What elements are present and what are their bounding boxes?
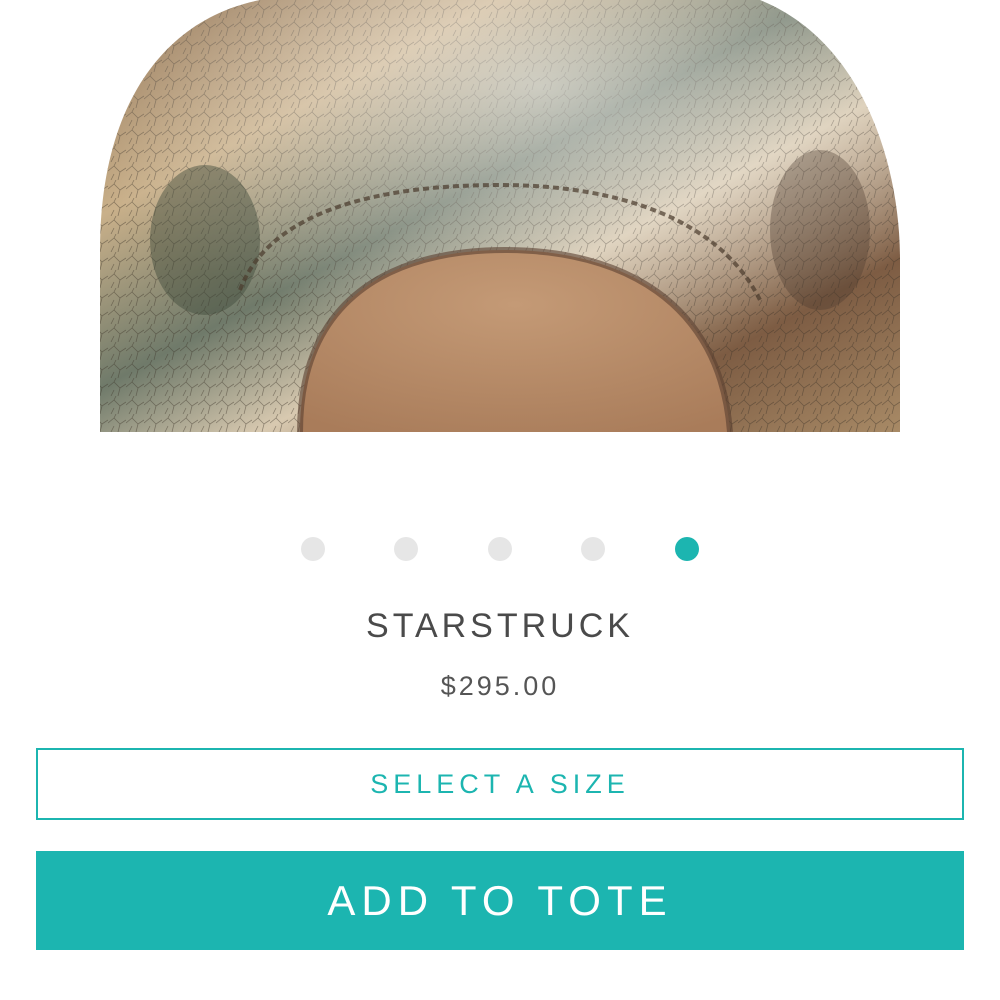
carousel-dot-4[interactable] <box>581 537 605 561</box>
product-image[interactable] <box>0 0 1000 432</box>
select-size-button[interactable]: SELECT A SIZE <box>36 748 964 820</box>
carousel-dot-2[interactable] <box>394 537 418 561</box>
carousel-dot-5-active[interactable] <box>675 537 699 561</box>
carousel-dot-3[interactable] <box>488 537 512 561</box>
product-name: STARSTRUCK <box>366 607 634 645</box>
add-to-tote-button[interactable]: ADD TO TOTE <box>36 851 964 950</box>
shoe-photo <box>100 0 900 432</box>
carousel-dot-1[interactable] <box>301 537 325 561</box>
product-price: $295.00 <box>440 671 560 701</box>
product-detail-page: STARSTRUCK $295.00 SELECT A SIZE ADD TO … <box>0 0 1000 1000</box>
carousel-dots <box>0 537 1000 563</box>
